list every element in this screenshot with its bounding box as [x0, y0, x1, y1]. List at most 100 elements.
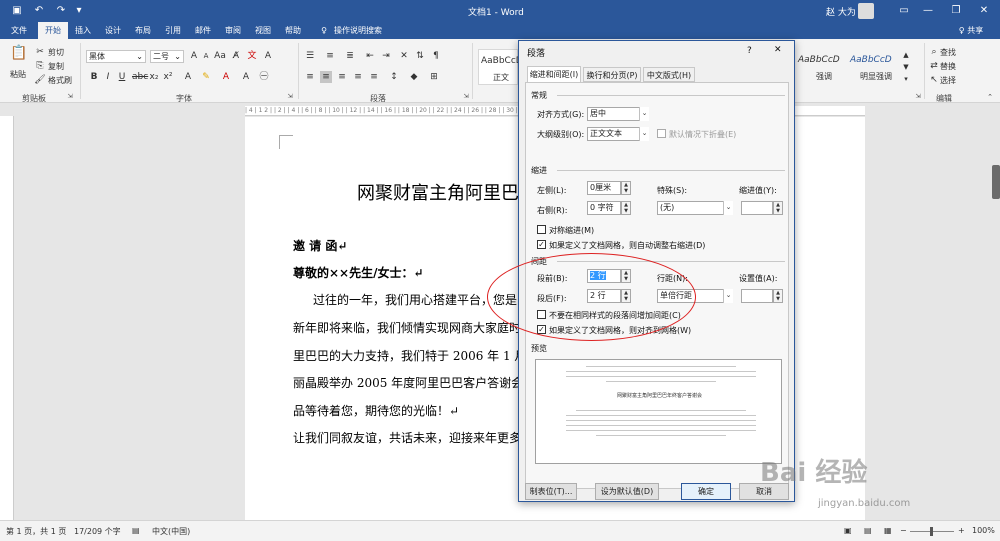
user-name[interactable]: 赵 大为: [826, 5, 856, 18]
increase-indent-icon[interactable]: ⇥: [380, 50, 392, 62]
tab-help[interactable]: 帮助: [282, 22, 304, 39]
cut-button[interactable]: 剪切: [48, 47, 64, 58]
font-color-icon[interactable]: A: [220, 71, 232, 83]
shrink-font-icon[interactable]: A: [200, 50, 212, 62]
shading-icon[interactable]: ◆: [408, 71, 420, 83]
style-emphasis[interactable]: AaBbCcD 强调: [796, 49, 846, 85]
tab-indents-spacing[interactable]: 缩进和间距(I): [527, 66, 581, 83]
doc-line[interactable]: 丽晶殿举办 2005 年度阿里巴巴客户答谢会: [293, 374, 523, 391]
left-indent-spinner[interactable]: ▲ ▼: [621, 181, 631, 195]
special-indent-select[interactable]: (无) ⌄: [657, 201, 733, 215]
char-shading-icon[interactable]: A: [240, 71, 252, 83]
close-icon[interactable]: ✕: [968, 0, 1000, 22]
doc-line[interactable]: 尊敬的××先生/女士：↵: [293, 264, 424, 281]
font-name-combo[interactable]: 黑体 ⌄: [86, 50, 146, 63]
format-painter-button[interactable]: 格式刷: [48, 75, 72, 86]
doc-line[interactable]: 邀 请 函↵: [293, 237, 347, 254]
page-count[interactable]: 第 1 页，共 1 页: [6, 526, 66, 537]
spacing-at-input[interactable]: [741, 289, 773, 303]
zoom-level[interactable]: 100%: [972, 526, 995, 535]
select-button[interactable]: 选择: [940, 75, 956, 86]
tab-references[interactable]: 引用: [162, 22, 184, 39]
right-indent-spinner[interactable]: ▲ ▼: [621, 201, 631, 215]
auto-adjust-indent-checkbox[interactable]: ✓: [537, 240, 546, 249]
font-launcher-icon[interactable]: ⇲: [286, 91, 294, 103]
underline-icon[interactable]: U: [116, 71, 128, 83]
find-button[interactable]: 查找: [940, 47, 956, 58]
right-indent-input[interactable]: 0 字符: [587, 201, 621, 215]
doc-line[interactable]: 让我们同叙友谊，共话未来，迎接来年更多: [293, 429, 521, 446]
paragraph-launcher-icon[interactable]: ⇲: [462, 91, 470, 103]
tab-layout[interactable]: 布局: [132, 22, 154, 39]
tab-mailings[interactable]: 邮件: [192, 22, 214, 39]
enclose-char-icon[interactable]: ㊀: [258, 71, 270, 83]
clipboard-launcher-icon[interactable]: ⇲: [66, 91, 74, 103]
italic-icon[interactable]: I: [102, 71, 114, 83]
justify-icon[interactable]: ≡: [352, 71, 364, 83]
vertical-ruler[interactable]: [0, 116, 14, 520]
phonetic-icon[interactable]: 文: [246, 50, 258, 62]
print-layout-icon[interactable]: ▤: [864, 526, 872, 535]
share-button[interactable]: ♀ 共享: [954, 22, 988, 39]
multilevel-list-icon[interactable]: ≣: [344, 50, 356, 62]
grow-font-icon[interactable]: A: [188, 50, 200, 62]
chinese-layout-icon[interactable]: ✕: [398, 50, 410, 62]
tab-review[interactable]: 审阅: [222, 22, 244, 39]
indent-by-input[interactable]: [741, 201, 773, 215]
copy-button[interactable]: 复制: [48, 61, 64, 72]
tab-file[interactable]: 文件: [4, 22, 34, 39]
tell-me-search[interactable]: 操作说明搜索: [332, 22, 384, 39]
web-layout-icon[interactable]: ▦: [884, 526, 892, 535]
undo-icon[interactable]: ↶: [32, 4, 46, 17]
collapsed-checkbox[interactable]: [657, 129, 666, 138]
borders-icon[interactable]: ⊞: [428, 71, 440, 83]
line-spacing-icon[interactable]: ↕: [388, 71, 400, 83]
proofing-icon[interactable]: ▤: [132, 526, 140, 535]
tab-view[interactable]: 视图: [252, 22, 274, 39]
decrease-indent-icon[interactable]: ⇤: [364, 50, 376, 62]
font-size-combo[interactable]: 二号 ⌄: [150, 50, 184, 63]
styles-more-icon[interactable]: ▾: [900, 73, 912, 85]
replace-button[interactable]: 替换: [940, 61, 956, 72]
vertical-scrollbar-thumb[interactable]: [992, 165, 1000, 199]
subscript-icon[interactable]: x₂: [148, 71, 160, 83]
save-icon[interactable]: ▣: [10, 4, 24, 17]
zoom-slider-thumb[interactable]: [930, 527, 933, 536]
close-icon[interactable]: ✕: [774, 45, 782, 55]
word-count[interactable]: 17/209 个字: [74, 526, 121, 537]
clear-format-icon[interactable]: A̸: [230, 50, 242, 62]
zoom-in-icon[interactable]: +: [958, 526, 965, 535]
customize-qat-icon[interactable]: ▾: [72, 4, 86, 17]
strikethrough-icon[interactable]: abc: [132, 71, 148, 83]
doc-line[interactable]: 品等待着您，期待您的光临！↵: [293, 402, 459, 419]
bold-icon[interactable]: B: [88, 71, 100, 83]
show-marks-icon[interactable]: ¶: [430, 50, 442, 62]
mirror-indents-checkbox[interactable]: [537, 225, 546, 234]
indent-by-spinner[interactable]: ▲ ▼: [773, 201, 783, 215]
highlight-icon[interactable]: ✎: [200, 71, 212, 83]
collapse-ribbon-icon[interactable]: ⌃: [984, 91, 996, 103]
doc-line[interactable]: 新年即将来临，我们倾情实现网商大家庭时: [293, 319, 521, 336]
tab-insert[interactable]: 插入: [72, 22, 94, 39]
style-normal[interactable]: AaBbCcDı 正文: [478, 49, 525, 85]
zoom-out-icon[interactable]: −: [900, 526, 907, 535]
set-default-button[interactable]: 设为默认值(D): [595, 483, 659, 500]
change-case-icon[interactable]: Aa: [214, 50, 226, 62]
align-left-icon[interactable]: ≡: [304, 71, 316, 83]
distribute-icon[interactable]: ≡: [368, 71, 380, 83]
char-border-icon[interactable]: A: [262, 50, 274, 62]
text-effects-icon[interactable]: A: [182, 71, 194, 83]
ok-button[interactable]: 确定: [681, 483, 731, 500]
avatar[interactable]: [858, 3, 874, 19]
paste-button[interactable]: 粘贴: [10, 69, 26, 80]
doc-title[interactable]: 网聚财富主角阿里巴: [357, 179, 519, 205]
doc-line[interactable]: 里巴巴的大力支持，我们特于 2006 年 1 月: [293, 347, 526, 364]
read-mode-icon[interactable]: ▣: [844, 526, 852, 535]
tab-line-page-breaks[interactable]: 换行和分页(P): [583, 67, 641, 82]
sort-icon[interactable]: ⇅: [414, 50, 426, 62]
tabs-button[interactable]: 制表位(T)...: [525, 483, 577, 500]
styles-up-icon[interactable]: ▲: [900, 49, 912, 61]
tab-home[interactable]: 开始: [38, 22, 68, 39]
paste-icon[interactable]: 📋: [10, 46, 27, 65]
tab-design[interactable]: 设计: [102, 22, 124, 39]
